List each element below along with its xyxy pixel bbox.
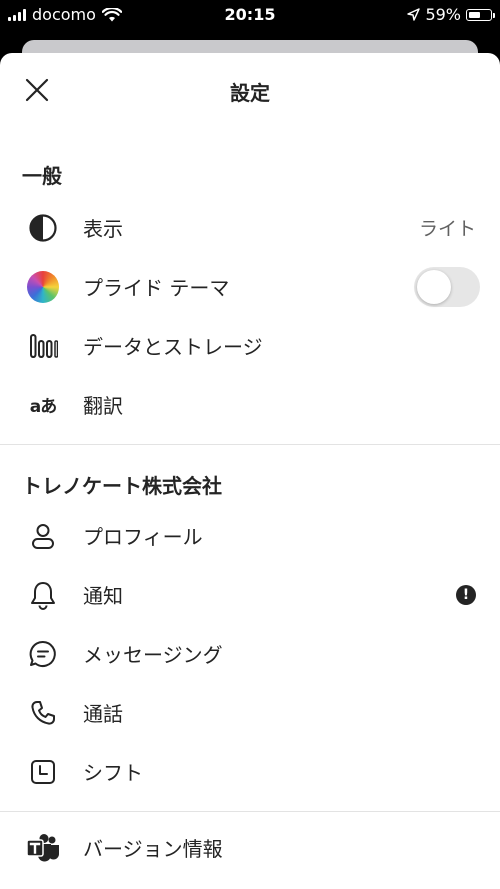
shifts-row[interactable]: シフト (0, 742, 500, 801)
notifications-label: 通知 (83, 584, 123, 608)
calls-label: 通話 (83, 702, 123, 726)
pride-theme-toggle[interactable] (414, 266, 480, 307)
teams-logo-icon (25, 830, 61, 866)
battery-icon (466, 8, 495, 21)
display-value: ライト (418, 218, 476, 240)
data-storage-row[interactable]: データとストレージ (0, 316, 500, 375)
version-info-row[interactable]: バージョン情報 (0, 818, 500, 877)
toggle-knob (417, 269, 451, 304)
display-row[interactable]: 表示 ライト (0, 198, 500, 257)
calendar-icon (25, 754, 61, 790)
data-storage-label: データとストレージ (83, 335, 263, 359)
messaging-label: メッセージング (83, 643, 223, 667)
status-bar: docomo 20:15 59% (0, 0, 500, 30)
battery-percent: 59% (425, 5, 461, 24)
profile-icon (25, 518, 61, 554)
phone-icon (25, 695, 61, 731)
battery-fill (469, 11, 481, 18)
data-storage-icon (25, 328, 61, 364)
translation-icon: aあ (29, 397, 58, 417)
bell-icon (25, 577, 61, 613)
calls-row[interactable]: 通話 (0, 683, 500, 742)
notification-alert-badge: ! (456, 584, 476, 605)
section-title-org: トレノケート株式会社 (22, 474, 222, 498)
pride-theme-row: プライド テーマ (0, 257, 500, 316)
pride-theme-icon (25, 269, 61, 305)
profile-row[interactable]: プロフィール (0, 506, 500, 565)
pride-theme-label: プライド テーマ (83, 276, 230, 300)
version-info-label: バージョン情報 (83, 837, 223, 861)
page-title: 設定 (230, 81, 270, 105)
translation-row[interactable]: aあ 翻訳 (0, 375, 500, 434)
profile-label: プロフィール (83, 525, 203, 549)
chat-icon (25, 636, 61, 672)
section-title-general: 一般 (22, 164, 62, 188)
settings-sheet: 設定 一般 表示 ライト プライド テーマ データとストレージ aあ 翻訳 トレ… (0, 53, 500, 889)
display-mode-icon (25, 210, 61, 246)
shifts-label: シフト (83, 761, 143, 785)
display-label: 表示 (83, 217, 123, 241)
location-arrow-icon (407, 8, 421, 21)
header: 設定 (0, 53, 500, 129)
messaging-row[interactable]: メッセージング (0, 624, 500, 683)
notifications-row[interactable]: 通知 ! (0, 565, 500, 624)
translation-label: 翻訳 (83, 394, 123, 418)
